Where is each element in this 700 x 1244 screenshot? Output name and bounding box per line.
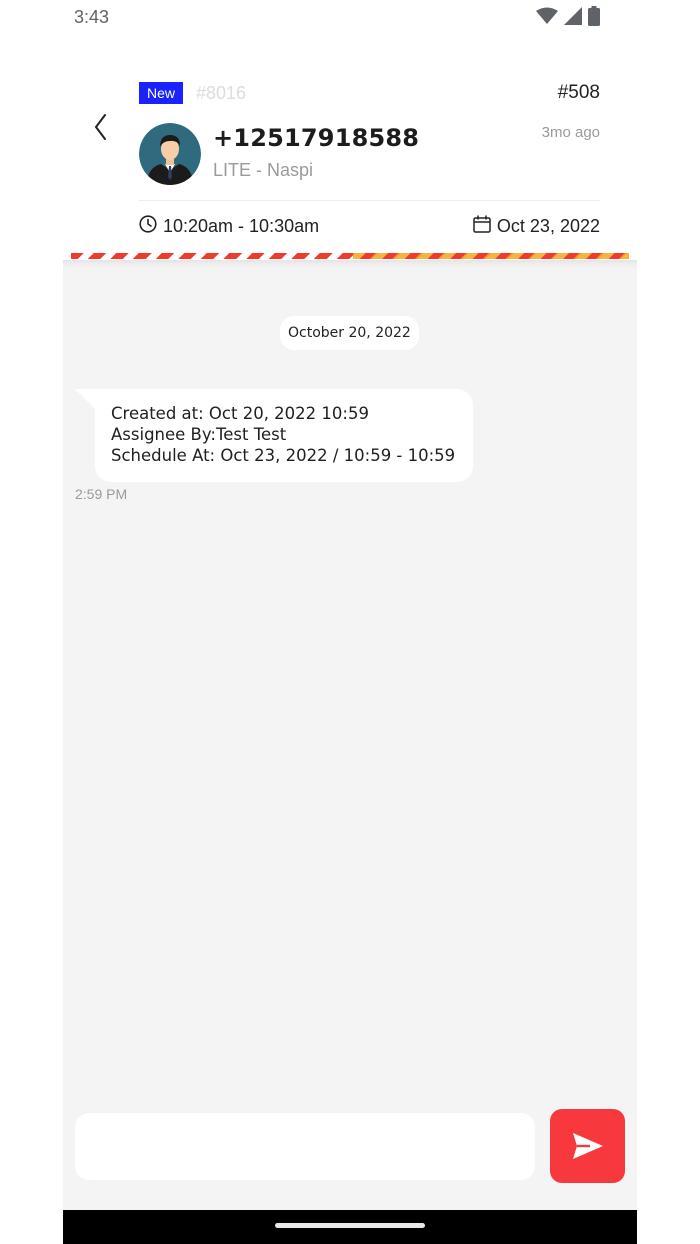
relative-time: 3mo ago	[541, 124, 600, 141]
message-line: Created at: Oct 20, 2022 10:59	[111, 404, 369, 423]
status-time: 3:43	[74, 7, 110, 27]
send-icon	[572, 1133, 603, 1159]
order-number: #8016	[196, 83, 247, 103]
time-range-label: 10:20am - 10:30am	[163, 216, 320, 236]
date-separator: October 20, 2022	[280, 316, 419, 350]
priority-stripe-warm	[353, 253, 629, 259]
contact-phone: +12517918588	[213, 124, 420, 152]
message-bubble[interactable]: Created at: Oct 20, 2022 10:59 Assignee …	[95, 389, 473, 482]
status-bar: 3:43	[0, 0, 700, 40]
clock-icon	[139, 215, 157, 238]
divider	[139, 200, 600, 201]
navigation-bar	[63, 1210, 637, 1244]
wifi-icon	[536, 7, 558, 29]
ticket-header: New #8016 #508 +12517918588 LITE - Naspi…	[63, 40, 637, 260]
cellular-signal-icon	[564, 7, 582, 29]
calendar-icon	[473, 215, 491, 238]
contact-subtitle: LITE - Naspi	[213, 160, 314, 180]
message-line: Assignee By:Test Test	[111, 425, 287, 444]
left-gutter	[0, 40, 63, 1244]
appointment-time: 10:20am - 10:30am	[139, 215, 319, 238]
message-time: 2:59 PM	[75, 486, 128, 502]
chat-area[interactable]: October 20, 2022 Created at: Oct 20, 202…	[63, 260, 637, 1210]
battery-icon	[588, 6, 600, 30]
avatar	[139, 123, 201, 185]
date-label: Oct 23, 2022	[496, 216, 600, 236]
back-button[interactable]	[91, 110, 113, 144]
message-line: Schedule At: Oct 23, 2022 / 10:59 - 10:5…	[111, 446, 456, 465]
message-bubble-tail	[75, 389, 97, 411]
status-icons	[536, 6, 600, 30]
status-badge: New	[139, 82, 184, 104]
appointment-date: Oct 23, 2022	[473, 215, 600, 238]
message-input[interactable]	[75, 1113, 535, 1180]
ticket-number: #508	[557, 82, 600, 103]
home-indicator[interactable]	[275, 1223, 425, 1228]
right-gutter	[637, 40, 700, 1244]
chevron-left-icon	[94, 114, 106, 140]
send-button[interactable]	[550, 1109, 625, 1183]
